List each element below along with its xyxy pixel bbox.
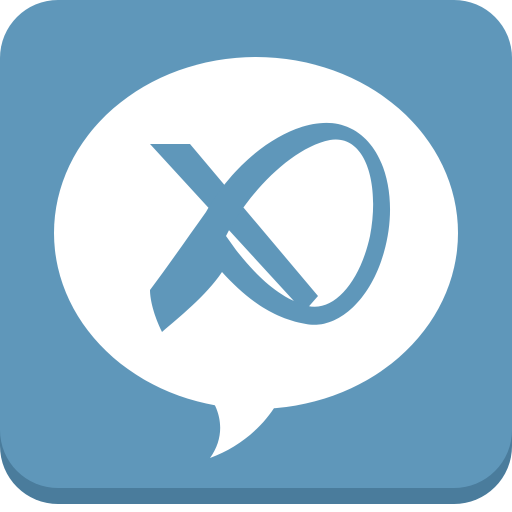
chat-bubble-logo-icon — [0, 0, 512, 504]
app-icon[interactable] — [0, 0, 512, 512]
